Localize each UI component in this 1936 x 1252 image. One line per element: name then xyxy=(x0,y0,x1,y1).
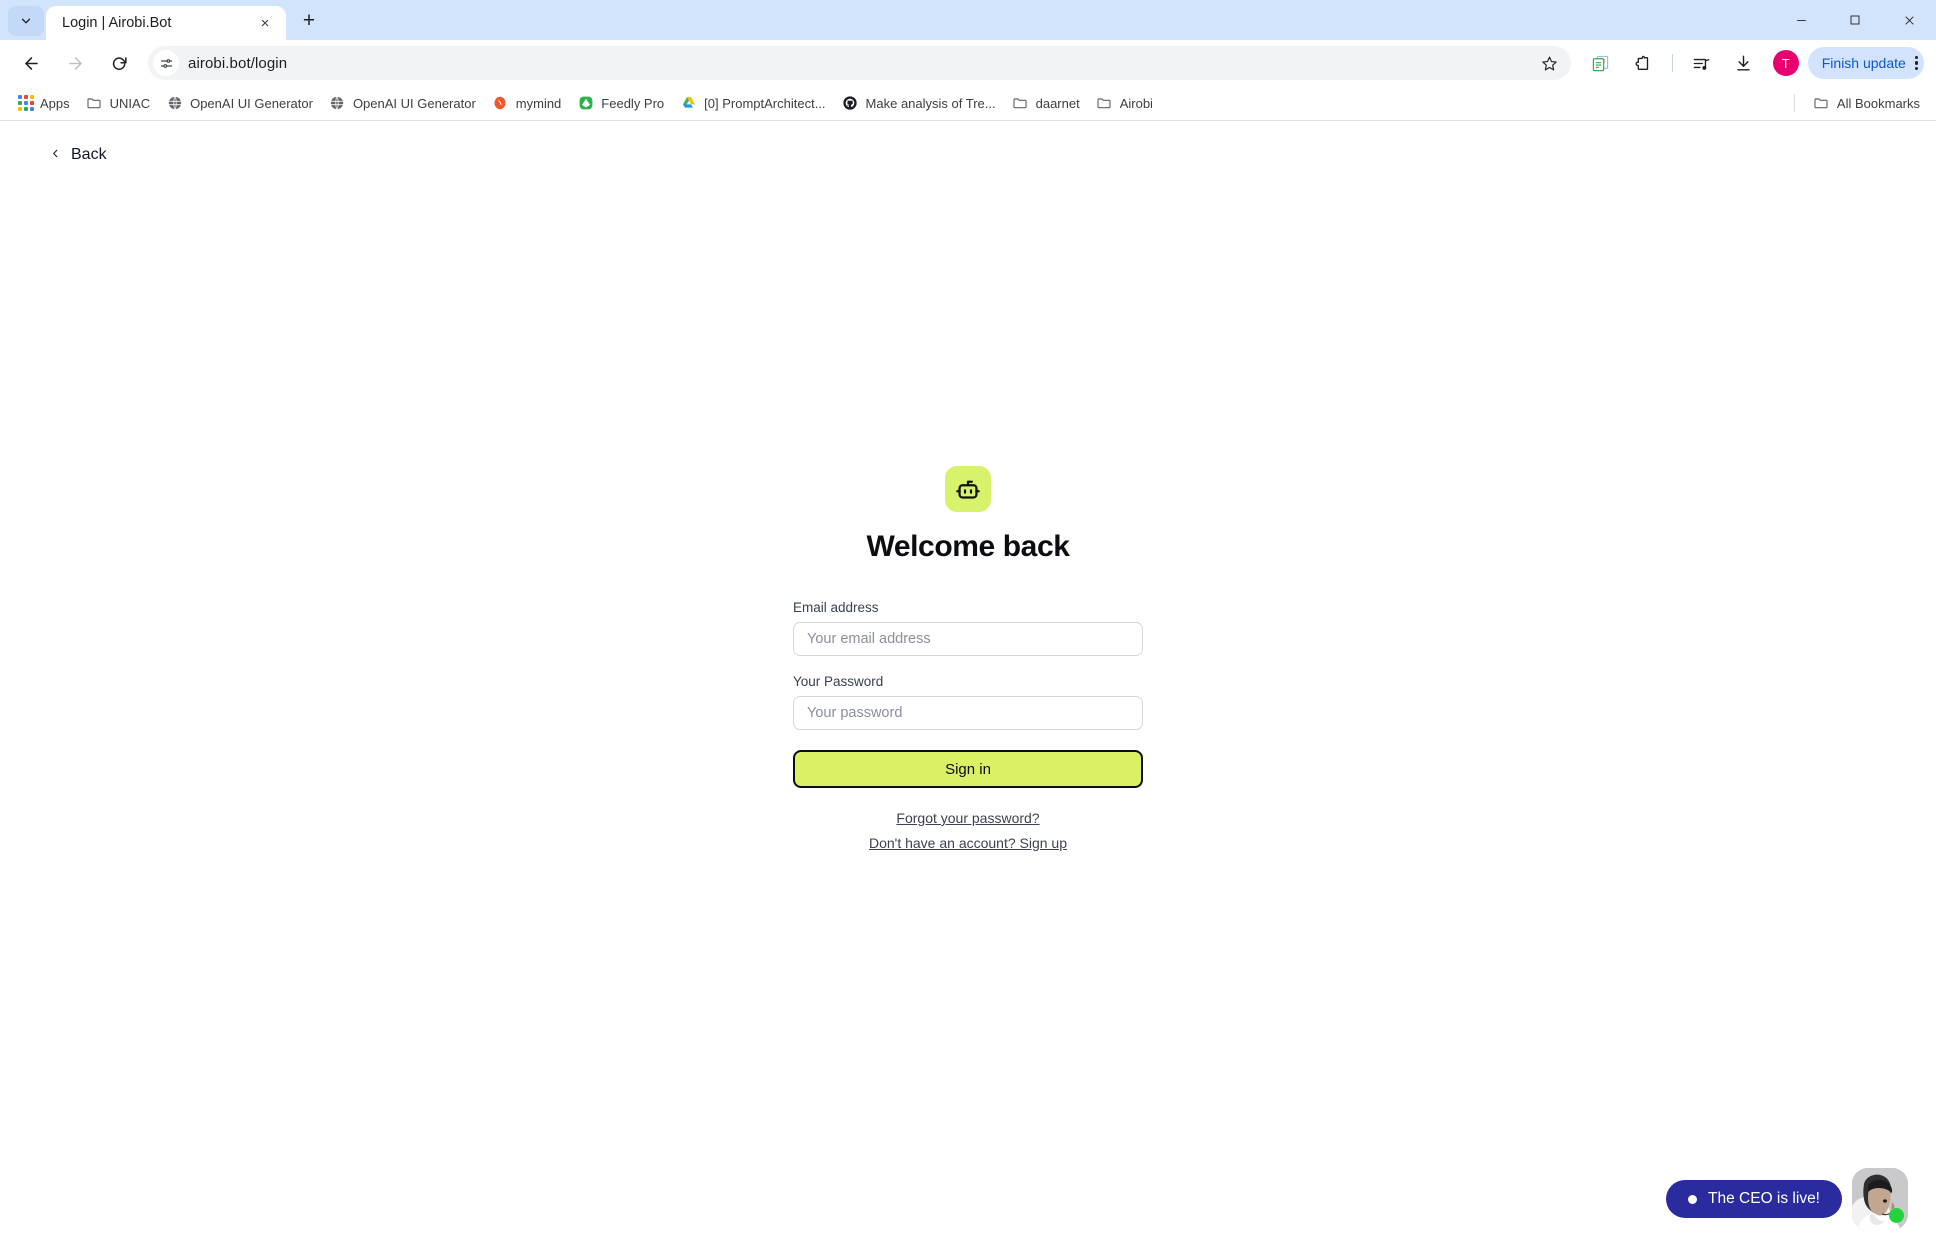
finish-update-label: Finish update xyxy=(1821,55,1906,71)
window-controls xyxy=(1774,0,1936,40)
forgot-password-link[interactable]: Forgot your password? xyxy=(793,810,1143,826)
bookmark-label: Feedly Pro xyxy=(601,95,665,111)
bookmarks-bar: Apps UNIAC OpenAI UI Generator OpenAI UI… xyxy=(0,86,1936,121)
back-navigation-icon[interactable] xyxy=(14,46,48,80)
toolbar-divider xyxy=(1671,54,1673,72)
close-window-icon[interactable] xyxy=(1882,0,1936,40)
profile-avatar[interactable]: T xyxy=(1772,50,1799,76)
password-label: Your Password xyxy=(793,674,884,689)
bookmark-label: [0] PromptArchitect... xyxy=(704,95,826,111)
finish-update-button[interactable]: Finish update xyxy=(1807,47,1924,79)
bookmarks-divider xyxy=(1793,94,1795,112)
google-drive-icon xyxy=(680,95,697,112)
title-bar: Login | Airobi.Bot × + xyxy=(0,0,1936,40)
bookmark-openai-ui-generator-2[interactable]: OpenAI UI Generator xyxy=(321,91,484,116)
bookmark-label: UNIAC xyxy=(109,95,151,111)
back-link[interactable]: Back xyxy=(50,146,107,164)
tab-title: Login | Airobi.Bot xyxy=(62,15,172,31)
robot-icon xyxy=(945,466,991,512)
folder-icon xyxy=(1012,95,1029,112)
ceo-avatar[interactable] xyxy=(1852,1168,1908,1230)
bookmark-label: OpenAI UI Generator xyxy=(352,95,476,111)
media-controls-icon[interactable] xyxy=(1686,47,1718,79)
password-field-group: Your Password xyxy=(793,674,1143,730)
ceo-live-widget[interactable]: The CEO is live! xyxy=(1666,1168,1908,1230)
all-bookmarks-group: All Bookmarks xyxy=(1793,91,1928,116)
url-text: airobi.bot/login xyxy=(188,54,288,72)
globe-icon xyxy=(329,95,346,112)
page-title: Welcome back xyxy=(866,530,1070,563)
sign-in-button[interactable]: Sign in xyxy=(793,750,1143,788)
new-tab-button[interactable]: + xyxy=(292,4,326,38)
bookmark-prompt-architect[interactable]: [0] PromptArchitect... xyxy=(672,91,833,116)
forward-navigation-icon xyxy=(58,46,92,80)
all-bookmarks-label: All Bookmarks xyxy=(1836,95,1920,111)
tune-icon[interactable] xyxy=(153,50,179,76)
address-bar[interactable]: airobi.bot/login xyxy=(148,46,1571,80)
email-field-group: Email address xyxy=(793,600,1143,656)
online-status-indicator xyxy=(1889,1208,1904,1223)
browser-window: Login | Airobi.Bot × + airobi.bot/login … xyxy=(0,0,1936,1252)
login-form-container: Welcome back Email address Your Password… xyxy=(793,466,1143,860)
browser-tab[interactable]: Login | Airobi.Bot × xyxy=(46,6,286,40)
ceo-live-pill[interactable]: The CEO is live! xyxy=(1666,1180,1842,1218)
folder-icon xyxy=(1813,95,1830,112)
bookmark-label: OpenAI UI Generator xyxy=(190,95,313,111)
bookmark-label: mymind xyxy=(515,95,562,111)
bookmark-apps[interactable]: Apps xyxy=(8,91,78,116)
bookmark-label: Make analysis of Tre... xyxy=(865,95,996,111)
email-input[interactable] xyxy=(793,622,1143,656)
star-icon[interactable] xyxy=(1535,48,1565,78)
back-label: Back xyxy=(71,146,107,163)
page-content: Back Welcome back Email address Your ema… xyxy=(0,121,1936,1252)
bookmark-daarnet[interactable]: daarnet xyxy=(1004,91,1088,116)
github-icon xyxy=(842,95,859,112)
close-icon[interactable]: × xyxy=(254,12,276,34)
extensions-icon[interactable] xyxy=(1627,47,1659,79)
folder-icon xyxy=(86,95,103,112)
bookmark-airobi[interactable]: Airobi xyxy=(1088,91,1161,116)
reload-icon[interactable] xyxy=(102,46,136,80)
bookmark-label: Apps xyxy=(40,95,70,111)
mymind-icon xyxy=(492,95,509,112)
reading-list-icon[interactable] xyxy=(1585,47,1617,79)
downloads-icon[interactable] xyxy=(1728,47,1760,79)
chevron-left-icon xyxy=(50,146,61,164)
bookmark-github-analysis[interactable]: Make analysis of Tre... xyxy=(834,91,1004,116)
all-bookmarks-button[interactable]: All Bookmarks xyxy=(1805,91,1928,116)
email-label: Email address xyxy=(793,600,879,615)
folder-icon xyxy=(1096,95,1113,112)
bookmark-openai-ui-generator-1[interactable]: OpenAI UI Generator xyxy=(158,91,321,116)
bookmark-label: daarnet xyxy=(1035,95,1080,111)
minimize-icon[interactable] xyxy=(1774,0,1828,40)
globe-icon xyxy=(166,95,183,112)
bookmark-uniac[interactable]: UNIAC xyxy=(78,91,158,116)
maximize-icon[interactable] xyxy=(1828,0,1882,40)
password-input[interactable] xyxy=(793,696,1143,730)
bookmark-mymind[interactable]: mymind xyxy=(484,91,570,116)
kebab-menu-icon[interactable] xyxy=(1914,55,1918,71)
feedly-icon xyxy=(577,95,594,112)
tab-search-icon[interactable] xyxy=(8,6,44,36)
ceo-live-label: The CEO is live! xyxy=(1708,1190,1820,1207)
apps-grid-icon xyxy=(16,95,34,112)
browser-toolbar: airobi.bot/login T Finish update xyxy=(0,40,1936,86)
sign-up-link[interactable]: Don't have an account? Sign up xyxy=(793,835,1143,851)
tab-strip: Login | Airobi.Bot × + xyxy=(0,0,326,40)
bookmark-label: Airobi xyxy=(1119,95,1153,111)
auth-links: Forgot your password? Don't have an acco… xyxy=(793,810,1143,851)
bookmark-feedly-pro[interactable]: Feedly Pro xyxy=(569,91,672,116)
live-dot-icon xyxy=(1688,1194,1698,1204)
